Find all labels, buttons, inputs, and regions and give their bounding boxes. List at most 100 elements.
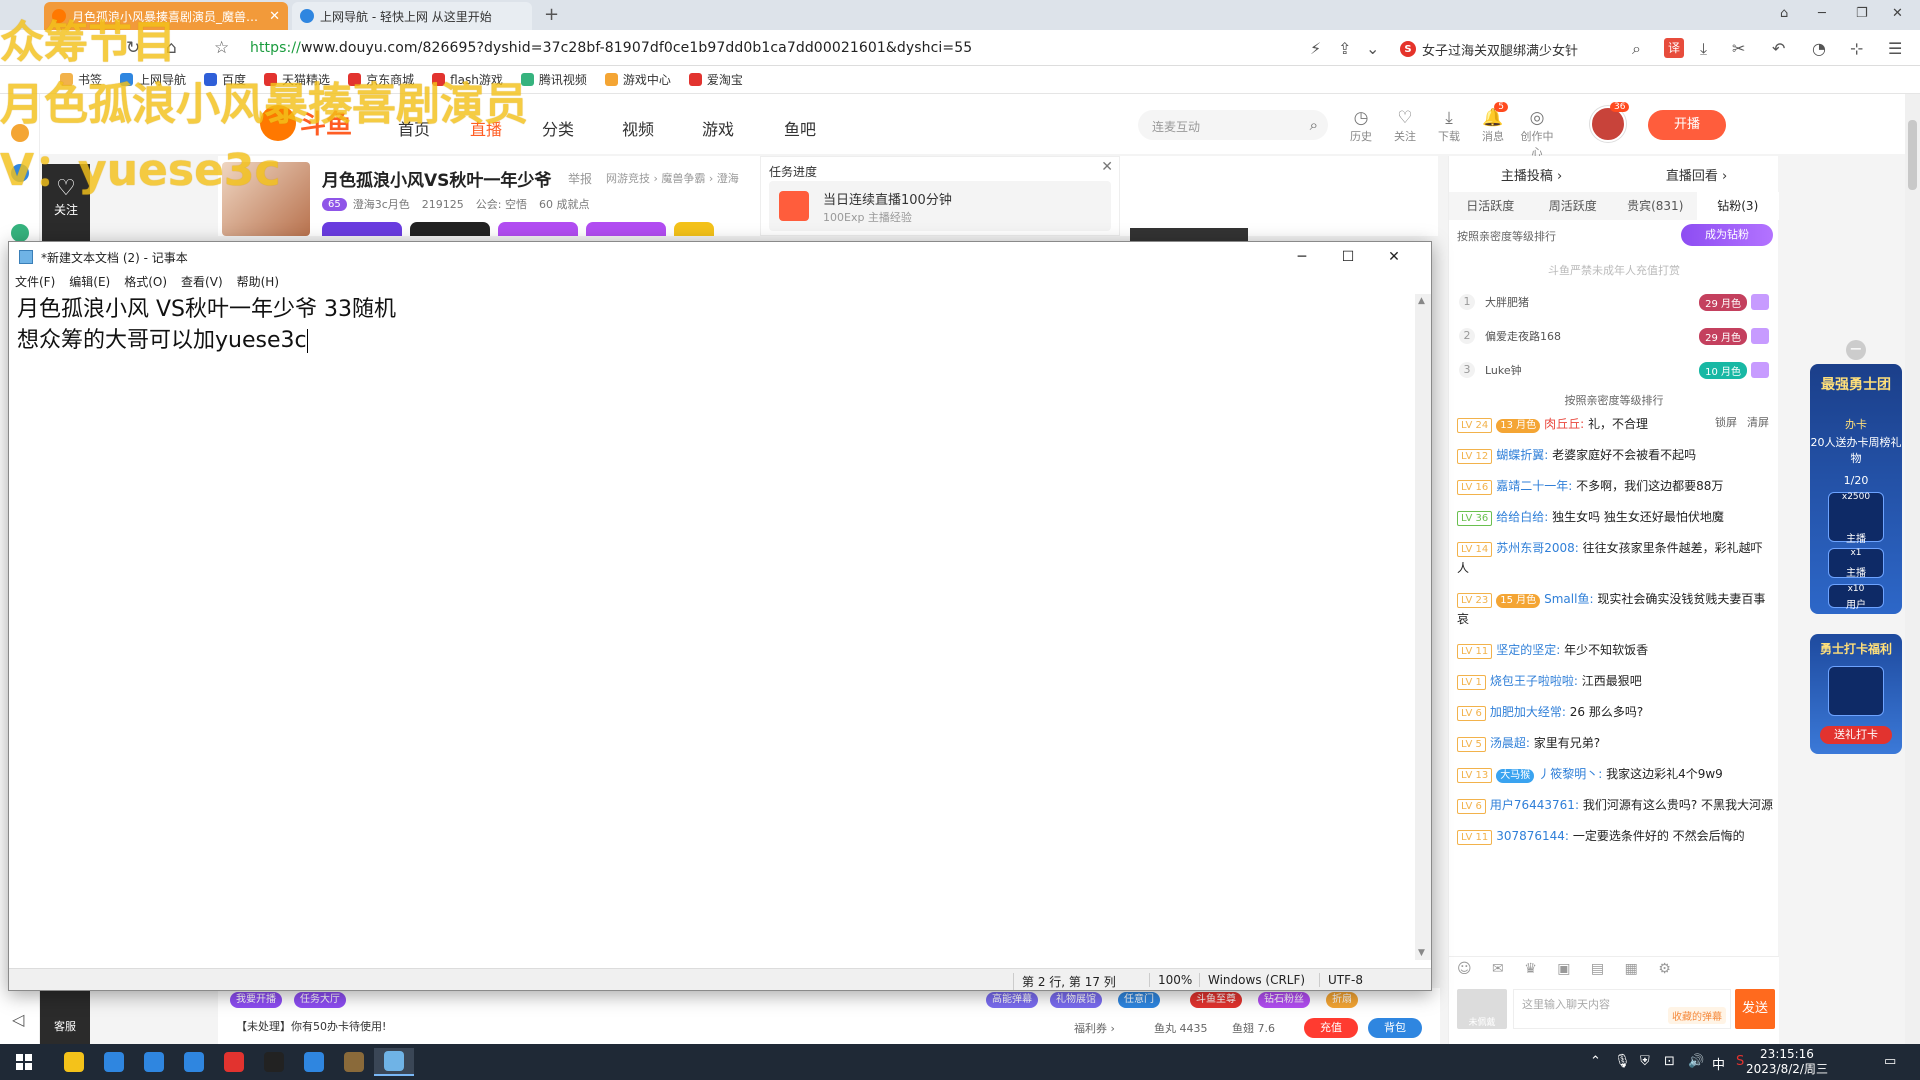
clock-icon[interactable] <box>11 164 29 182</box>
lightning-icon[interactable]: ⚡ <box>1310 39 1321 58</box>
chat-emoji-icons[interactable]: ☺ ✉ ♛ ▣ ▤ ▦ ⚙ <box>1457 961 1679 977</box>
volume-icon[interactable]: 🔊 <box>1688 1054 1704 1069</box>
bag-button[interactable]: 背包 <box>1368 1018 1422 1038</box>
bookmark-item[interactable]: 上网导航 <box>120 71 186 88</box>
chat-message[interactable]: LV 23 15 月色 Small鱼: 现实社会确实没钱贫贱夫妻百事哀 <box>1457 589 1773 629</box>
warrior-group-promo[interactable]: 最强勇士团 办卡 20人送办卡周榜礼物 1/20 x2500 主播 x1 主播 … <box>1810 364 1902 614</box>
anchor-post-link[interactable]: 主播投稿 › <box>1501 165 1562 184</box>
ime-indicator[interactable]: 中 <box>1712 1054 1725 1073</box>
translate-icon[interactable]: 译 <box>1664 38 1684 58</box>
taskbar-store[interactable] <box>94 1048 134 1076</box>
chat-message[interactable]: LV 6 用户76443761: 我们河源有这么贵吗? 不黑我大河源 <box>1457 795 1773 815</box>
task-hall-chip[interactable]: 任务大厅 <box>294 992 346 1008</box>
security-icon[interactable]: ⛨ <box>1640 1054 1650 1069</box>
chat-message[interactable]: LV 24 13 月色 肉丘丘: 礼，不合理 <box>1457 414 1773 434</box>
taskbar-browser-360[interactable] <box>134 1048 174 1076</box>
chat-username[interactable]: 嘉靖二十一年: <box>1496 479 1572 493</box>
close-icon[interactable]: ✕ <box>1371 246 1417 268</box>
network-icon[interactable]: ⊡ <box>1664 1054 1675 1069</box>
chevron-down-icon[interactable]: ⌄ <box>1366 39 1379 58</box>
menu-format[interactable]: 格式(O) <box>124 272 167 292</box>
chat-username[interactable]: Small鱼: <box>1544 592 1593 606</box>
taskbar-file-explorer[interactable] <box>54 1048 94 1076</box>
chat-message[interactable]: LV 13 大马猴 丿筱黎明丶: 我家这边彩礼4个9w9 <box>1457 764 1773 784</box>
notification-icon[interactable]: ▭ <box>1884 1054 1896 1069</box>
menu-icon[interactable]: ☰ <box>1888 39 1902 58</box>
report-link[interactable]: 举报 <box>568 170 592 187</box>
checkin-promo[interactable]: 勇士打卡福利 送礼打卡 <box>1810 634 1902 754</box>
wechat-icon[interactable] <box>11 224 29 242</box>
taskbar-k-app[interactable] <box>294 1048 334 1076</box>
history-button[interactable]: ◷ 历史 <box>1344 108 1378 144</box>
close-icon[interactable]: ✕ <box>1101 159 1113 175</box>
notepad-scrollbar[interactable]: ▲ ▼ <box>1415 294 1431 960</box>
bookmark-item[interactable]: 天猫精选 <box>264 71 330 88</box>
maximize-icon[interactable]: ☐ <box>1325 246 1371 268</box>
follow-button[interactable]: ♡ 关注 <box>1388 108 1422 144</box>
favorites-icon[interactable] <box>11 124 29 142</box>
taskbar-kk-app[interactable] <box>254 1048 294 1076</box>
nav-home[interactable]: 首页 <box>398 116 430 140</box>
page-scrollbar[interactable] <box>1905 94 1920 1044</box>
rank-row[interactable]: 2 偏爱走夜路168 29 月色 <box>1459 324 1769 348</box>
fan-badge-slot[interactable]: 未佩戴 <box>1457 989 1507 1029</box>
chat-message[interactable]: LV 11 307876144: 一定要选条件好的 不然会后悔的 <box>1457 826 1773 846</box>
menu-edit[interactable]: 编辑(E) <box>69 272 110 292</box>
chat-message[interactable]: LV 16 嘉靖二十一年: 不多啊，我们这边都要88万 <box>1457 476 1773 496</box>
tab-weekly[interactable]: 周活跃度 <box>1532 192 1615 220</box>
replay-link[interactable]: 直播回看 › <box>1666 165 1727 184</box>
chat-username[interactable]: 蝴蝶折翼: <box>1496 448 1548 462</box>
chat-username[interactable]: 坚定的坚定: <box>1496 643 1560 657</box>
bookmark-item[interactable]: 爱淘宝 <box>688 71 743 88</box>
chat-message[interactable]: LV 6 加肥加大经常: 26 那么多吗? <box>1457 702 1773 722</box>
chat-username[interactable]: 给给白给: <box>1496 510 1548 524</box>
chat-input[interactable]: 这里输入聊天内容 收藏的弹幕 <box>1513 989 1731 1029</box>
chat-message[interactable]: LV 5 汤晨超: 家里有兄弟? <box>1457 733 1773 753</box>
message-button[interactable]: 🔔 消息 5 <box>1476 102 1510 144</box>
chat-message[interactable]: LV 11 坚定的坚定: 年少不知软饭香 <box>1457 640 1773 660</box>
refresh-icon[interactable]: ↻ <box>126 38 140 58</box>
douyu-search-input[interactable]: 连麦互动 ⌕ <box>1138 110 1328 140</box>
welfare-link[interactable]: 福利券 › <box>1074 1020 1115 1036</box>
start-stream-button[interactable]: 开播 <box>1648 110 1726 140</box>
chat-username[interactable]: 307876144: <box>1496 829 1569 843</box>
close-window-icon[interactable]: ✕ <box>1892 6 1903 21</box>
bookmark-item[interactable]: 腾讯视频 <box>520 71 587 88</box>
menu-view[interactable]: 查看(V) <box>181 272 223 292</box>
bookmark-item[interactable]: 游戏中心 <box>604 71 671 88</box>
nav-game[interactable]: 游戏 <box>702 116 734 140</box>
collapse-left-icon[interactable]: ◁ <box>12 1010 24 1029</box>
chevron-up-icon[interactable]: ⌃ <box>1590 1054 1601 1069</box>
minimize-icon[interactable]: ─ <box>1279 246 1325 268</box>
nav-video[interactable]: 视频 <box>622 116 654 140</box>
nav-fishbar[interactable]: 鱼吧 <box>784 116 816 140</box>
search-icon[interactable]: ⌕ <box>1310 116 1318 134</box>
creator-center-button[interactable]: ◎ 创作中心 <box>1520 108 1554 160</box>
menu-file[interactable]: 文件(F) <box>15 272 55 292</box>
tab-vip[interactable]: 贵宾(831) <box>1614 192 1697 220</box>
home-icon[interactable]: ⌂ <box>166 38 177 58</box>
supreme-chip[interactable]: 斗鱼至尊 <box>1190 992 1242 1008</box>
download-button[interactable]: ⤓ 下载 <box>1432 108 1466 144</box>
nav-live[interactable]: 直播 <box>470 116 502 140</box>
url-field[interactable]: https://www.douyu.com/826695?dyshid=37c2… <box>250 40 972 56</box>
menu-help[interactable]: 帮助(H) <box>237 272 279 292</box>
rank-row[interactable]: 3 Luke钟 10 月色 <box>1459 358 1769 382</box>
chat-message[interactable]: LV 36 给给白给: 独生女吗 独生女还好最怕伏地魔 <box>1457 507 1773 527</box>
chat-username[interactable]: 烧包王子啦啦啦: <box>1490 674 1578 688</box>
tab-douyu[interactable]: 月色孤浪小风暴揍喜剧演员_魔兽争霸直播_斗鱼 ✕ <box>44 2 288 30</box>
search-icon[interactable]: ⌕ <box>1632 39 1641 59</box>
scroll-up-icon[interactable]: ▲ <box>1418 296 1425 306</box>
chat-message[interactable]: LV 12 蝴蝶折翼: 老婆家庭好不会被看不起吗 <box>1457 445 1773 465</box>
tab-diamond-fans[interactable]: 钻粉(3) <box>1696 192 1779 220</box>
any-door-chip[interactable]: 任意门 <box>1118 992 1160 1008</box>
collapse-icon[interactable]: − <box>1846 340 1866 360</box>
new-tab-button[interactable]: + <box>544 4 559 25</box>
douyu-logo[interactable]: 斗鱼 <box>260 104 380 144</box>
microphone-icon[interactable]: 🎙 <box>1614 1054 1631 1069</box>
start-button[interactable] <box>4 1048 44 1076</box>
tab-navigation[interactable]: 上网导航 - 轻快上网 从这里开始 <box>292 2 532 30</box>
chat-message[interactable]: LV 14 苏州东哥2008: 往往女孩家里条件越差，彩礼越吓人 <box>1457 538 1773 578</box>
chat-username[interactable]: 加肥加大经常: <box>1490 705 1566 719</box>
room-breadcrumb[interactable]: 网游竞技 › 魔兽争霸 › 澄海 <box>606 170 739 186</box>
